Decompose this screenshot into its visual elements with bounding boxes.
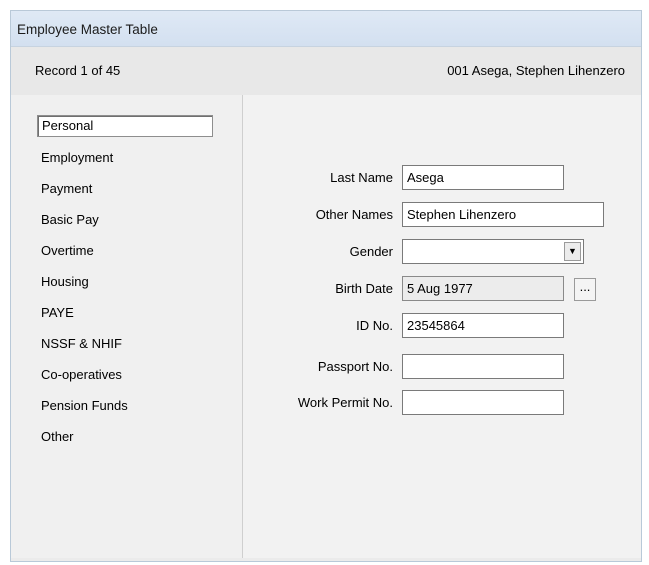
other-names-field[interactable]: Stephen Lihenzero [402, 202, 604, 227]
work-permit-no-label: Work Permit No. [297, 395, 393, 410]
current-employee: 001 Asega, Stephen Lihenzero [447, 63, 625, 78]
section-nav: Personal Employment Payment Basic Pay Ov… [11, 95, 243, 558]
window-title: Employee Master Table [17, 22, 158, 37]
record-count: Record 1 of 45 [35, 63, 121, 78]
date-picker-button[interactable]: ... [574, 278, 596, 301]
work-permit-no-field[interactable] [402, 390, 564, 415]
nav-item-paye[interactable]: PAYE [37, 302, 213, 324]
nav-item-employment[interactable]: Employment [37, 147, 213, 169]
nav-item-nssf-nhif[interactable]: NSSF & NHIF [37, 333, 213, 355]
employee-master-window: Employee Master Table Record 1 of 45 001… [10, 10, 642, 562]
nav-item-other[interactable]: Other [37, 426, 213, 448]
gender-label: Gender [349, 244, 393, 259]
nav-item-pension-funds[interactable]: Pension Funds [37, 395, 213, 417]
birth-date-label: Birth Date [335, 281, 393, 296]
id-no-field[interactable]: 23545864 [402, 313, 564, 338]
last-name-field[interactable]: Asega [402, 165, 564, 190]
gender-select[interactable]: ▼ [402, 239, 584, 264]
nav-item-housing[interactable]: Housing [37, 271, 213, 293]
last-name-label: Last Name [330, 170, 393, 185]
nav-item-basic-pay[interactable]: Basic Pay [37, 209, 213, 231]
nav-item-overtime[interactable]: Overtime [37, 240, 213, 262]
nav-item-payment[interactable]: Payment [37, 178, 213, 200]
chevron-down-icon[interactable]: ▼ [564, 242, 581, 261]
passport-no-label: Passport No. [317, 359, 393, 374]
other-names-label: Other Names [315, 207, 393, 222]
personal-form: Last Name Asega Other Names Stephen Lihe… [243, 95, 641, 558]
id-no-label: ID No. [356, 318, 393, 333]
record-bar: Record 1 of 45 001 Asega, Stephen Lihenz… [11, 47, 641, 95]
passport-no-field[interactable] [402, 354, 564, 379]
nav-item-personal[interactable]: Personal [37, 115, 213, 137]
nav-item-co-operatives[interactable]: Co-operatives [37, 364, 213, 386]
birth-date-field[interactable]: 5 Aug 1977 [402, 276, 564, 301]
title-bar: Employee Master Table [11, 11, 641, 47]
